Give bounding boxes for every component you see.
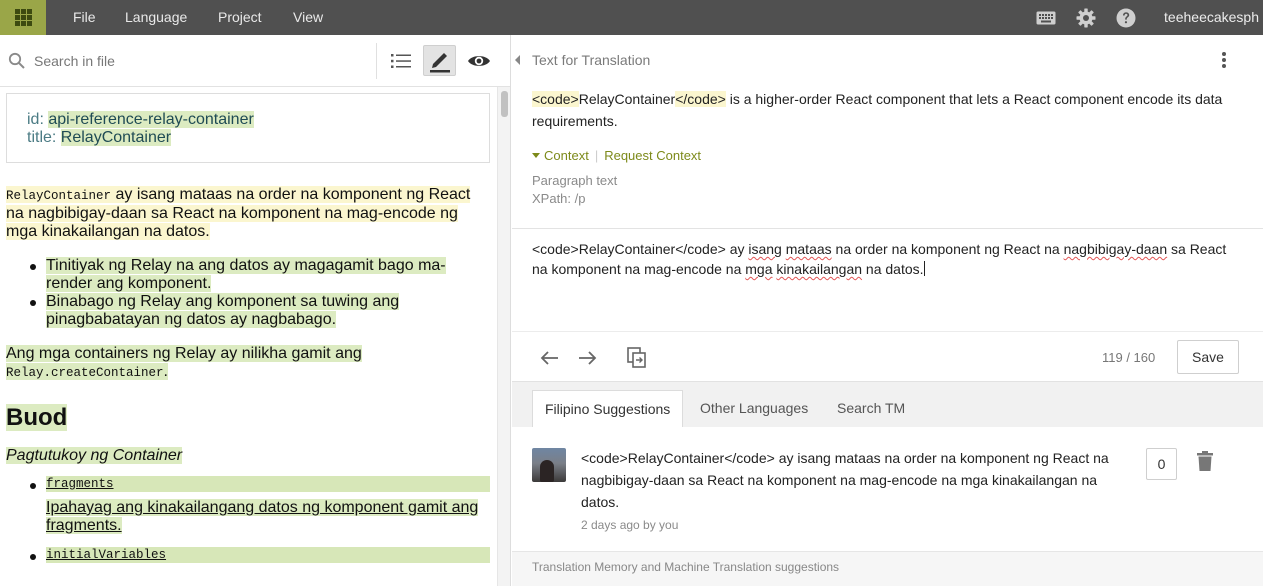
next-button[interactable] bbox=[575, 345, 601, 371]
apps-grid-icon[interactable] bbox=[0, 0, 46, 35]
collapse-panel-button[interactable] bbox=[512, 35, 524, 85]
list-item[interactable]: Binabago ng Relay ang komponent sa tuwin… bbox=[6, 293, 490, 329]
copy-source-button[interactable] bbox=[624, 345, 650, 371]
arrow-right-icon bbox=[579, 351, 597, 365]
context-xpath: XPath: /p bbox=[532, 191, 586, 206]
title-key: title: bbox=[27, 129, 57, 146]
intro-paragraph[interactable]: RelayContainer ay isang mataas na order … bbox=[6, 186, 490, 241]
list-item[interactable]: initialVariables bbox=[6, 547, 490, 563]
suggestion-tabs: Filipino Suggestions Other Languages Sea… bbox=[512, 382, 1263, 427]
search-field[interactable] bbox=[8, 49, 358, 73]
edit-mode-button[interactable] bbox=[423, 45, 456, 76]
context-row: Context | Request Context bbox=[532, 148, 701, 163]
suggestion-text[interactable]: <code>RelayContainer</code> ay isang mat… bbox=[581, 447, 1126, 513]
search-icon bbox=[8, 52, 25, 69]
keyboard-icon[interactable] bbox=[1035, 7, 1057, 28]
containers-text: Ang mga containers ng Relay ay nilikha g… bbox=[6, 345, 362, 362]
list-item-text: Tinitiyak ng Relay na ang datos ay magag… bbox=[46, 257, 446, 292]
spec-list: fragments Ipahayag ang kinakailangang da… bbox=[6, 476, 490, 563]
list-item[interactable]: fragments Ipahayag ang kinakailangang da… bbox=[6, 476, 490, 535]
chevron-left-icon bbox=[515, 55, 520, 65]
context-type: Paragraph text bbox=[532, 173, 618, 188]
pencil-icon bbox=[429, 52, 450, 72]
previous-button[interactable] bbox=[536, 345, 562, 371]
vote-count[interactable]: 0 bbox=[1146, 448, 1177, 480]
id-key: id: bbox=[27, 111, 44, 128]
divider bbox=[512, 331, 1263, 332]
tab-other-languages[interactable]: Other Languages bbox=[688, 390, 820, 427]
spec-subheading[interactable]: Pagtutukoy ng Container bbox=[6, 447, 490, 465]
menu-project[interactable]: Project bbox=[218, 0, 262, 35]
subheading-text: Pagtutukoy ng Container bbox=[6, 447, 183, 464]
tab-filipino-suggestions[interactable]: Filipino Suggestions bbox=[532, 390, 684, 427]
title-value: RelayContainer bbox=[60, 129, 172, 146]
menu-view[interactable]: View bbox=[293, 0, 323, 35]
divider bbox=[512, 228, 1263, 229]
front-matter-title: title: RelayContainer bbox=[27, 129, 489, 147]
front-matter-box[interactable]: id: api-reference-relay-container title:… bbox=[6, 93, 490, 163]
containers-paragraph[interactable]: Ang mga containers ng Relay ay nilikha g… bbox=[6, 345, 490, 382]
heading-text: Buod bbox=[6, 404, 68, 431]
spec-code-initialvariables: initialVariables bbox=[46, 547, 490, 563]
list-item-text: Binabago ng Relay ang komponent sa tuwin… bbox=[46, 293, 400, 328]
gear-icon[interactable] bbox=[1075, 7, 1097, 28]
front-matter-id: id: api-reference-relay-container bbox=[27, 111, 489, 129]
translation-editor[interactable]: <code>RelayContainer</code> ay isang mat… bbox=[532, 239, 1232, 279]
containers-end: . bbox=[163, 363, 168, 380]
text-cursor bbox=[923, 261, 925, 276]
copy-source-icon bbox=[627, 347, 646, 368]
spec-desc-fragments: Ipahayag ang kinakailangang datos ng kom… bbox=[46, 499, 479, 534]
translation-pane: Text for Translation <code>RelayContaine… bbox=[512, 35, 1263, 586]
suggestions-panel: Filipino Suggestions Other Languages Sea… bbox=[512, 381, 1263, 586]
help-icon[interactable] bbox=[1115, 7, 1137, 28]
more-options-icon[interactable] bbox=[1221, 52, 1227, 70]
intro-code: RelayContainer bbox=[6, 189, 112, 203]
source-tag-open: <code> bbox=[532, 91, 579, 107]
list-view-button[interactable] bbox=[384, 45, 417, 76]
suggestion-item[interactable]: <code>RelayContainer</code> ay isang mat… bbox=[512, 427, 1263, 552]
summary-heading[interactable]: Buod bbox=[6, 404, 490, 432]
id-value: api-reference-relay-container bbox=[48, 111, 254, 128]
trash-icon[interactable] bbox=[1197, 451, 1213, 471]
context-toggle[interactable]: Context bbox=[544, 148, 589, 163]
source-text: <code>RelayContainer</code> is a higher-… bbox=[532, 88, 1232, 132]
caret-down-icon bbox=[532, 153, 540, 158]
menu-file[interactable]: File bbox=[73, 0, 96, 35]
tm-note: Translation Memory and Machine Translati… bbox=[532, 560, 840, 574]
source-tag-close: </code> bbox=[675, 91, 726, 107]
search-input[interactable] bbox=[34, 53, 334, 69]
toolbar-divider bbox=[376, 43, 377, 79]
top-bar: File Language Project View teeheecakesph bbox=[0, 0, 1263, 35]
avatar bbox=[532, 448, 566, 482]
containers-code: Relay.createContainer bbox=[6, 366, 164, 380]
scrollbar-thumb[interactable] bbox=[501, 91, 508, 117]
preview-mode-button[interactable] bbox=[462, 45, 495, 76]
scrollbar[interactable] bbox=[497, 87, 510, 586]
document-content: id: api-reference-relay-container title:… bbox=[6, 93, 490, 586]
request-context-link[interactable]: Request Context bbox=[604, 148, 701, 163]
arrow-left-icon bbox=[540, 351, 558, 365]
spec-code-fragments: fragments bbox=[46, 476, 490, 492]
source-name: RelayContainer bbox=[578, 91, 676, 107]
document-toolbar bbox=[0, 35, 510, 87]
eye-icon bbox=[467, 55, 490, 66]
bullet-list: Tinitiyak ng Relay na ang datos ay magag… bbox=[6, 257, 490, 329]
segment-counter: 119 / 160 bbox=[1102, 350, 1156, 365]
menu-language[interactable]: Language bbox=[125, 0, 187, 35]
document-pane: id: api-reference-relay-container title:… bbox=[0, 35, 511, 586]
list-item[interactable]: Tinitiyak ng Relay na ang datos ay magag… bbox=[6, 257, 490, 293]
suggestion-meta: 2 days ago by you bbox=[581, 518, 679, 532]
list-icon bbox=[390, 53, 411, 68]
tab-search-tm[interactable]: Search TM bbox=[825, 390, 917, 427]
save-button[interactable]: Save bbox=[1177, 340, 1239, 374]
source-heading: Text for Translation bbox=[532, 52, 651, 68]
username[interactable]: teeheecakesph bbox=[1164, 0, 1259, 35]
